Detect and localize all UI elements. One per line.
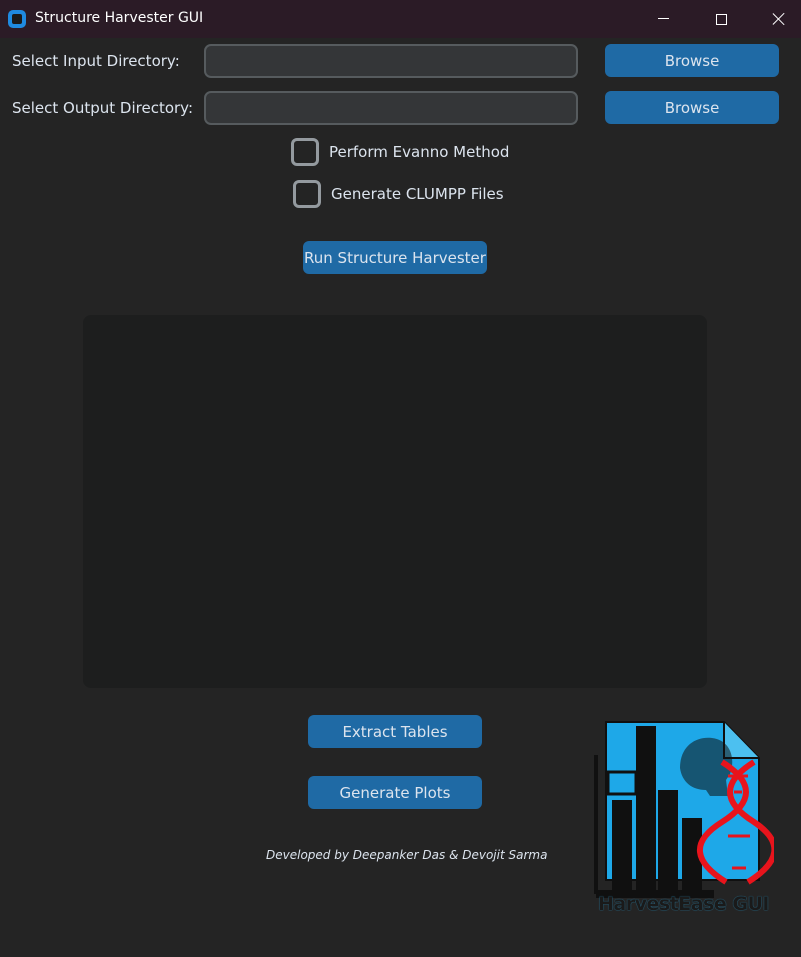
maximize-button[interactable] <box>698 0 744 38</box>
output-directory-field[interactable] <box>204 91 578 125</box>
clumpp-checkbox[interactable] <box>293 180 321 208</box>
output-directory-label: Select Output Directory: <box>12 99 194 117</box>
evanno-label[interactable]: Perform Evanno Method <box>329 143 509 161</box>
run-structure-harvester-button[interactable]: Run Structure Harvester <box>303 241 487 274</box>
clumpp-label[interactable]: Generate CLUMPP Files <box>331 185 504 203</box>
browse-output-button[interactable]: Browse <box>605 91 779 124</box>
extract-tables-button[interactable]: Extract Tables <box>308 715 482 748</box>
evanno-option[interactable]: Perform Evanno Method <box>291 138 509 166</box>
input-directory-field[interactable] <box>204 44 578 78</box>
maximize-icon <box>715 13 727 25</box>
title-bar[interactable]: Structure Harvester GUI <box>0 0 801 38</box>
window-title: Structure Harvester GUI <box>35 10 204 26</box>
harvestease-logo <box>594 721 774 898</box>
app-icon <box>8 10 26 28</box>
output-textbox[interactable] <box>83 315 707 688</box>
generate-plots-button[interactable]: Generate Plots <box>308 776 482 809</box>
input-directory-label: Select Input Directory: <box>12 52 180 70</box>
browse-input-button[interactable]: Browse <box>605 44 779 77</box>
app-window: Structure Harvester GUI Select Input Dir… <box>0 0 801 957</box>
close-icon <box>772 12 786 26</box>
minimize-button[interactable] <box>640 0 686 38</box>
minimize-icon <box>657 17 669 19</box>
clumpp-option[interactable]: Generate CLUMPP Files <box>293 180 504 208</box>
close-button[interactable] <box>756 0 801 38</box>
logo-text: HarvestEase GUI <box>598 893 769 915</box>
evanno-checkbox[interactable] <box>291 138 319 166</box>
developer-credit: Developed by Deepanker Das & Devojit Sar… <box>266 848 548 862</box>
